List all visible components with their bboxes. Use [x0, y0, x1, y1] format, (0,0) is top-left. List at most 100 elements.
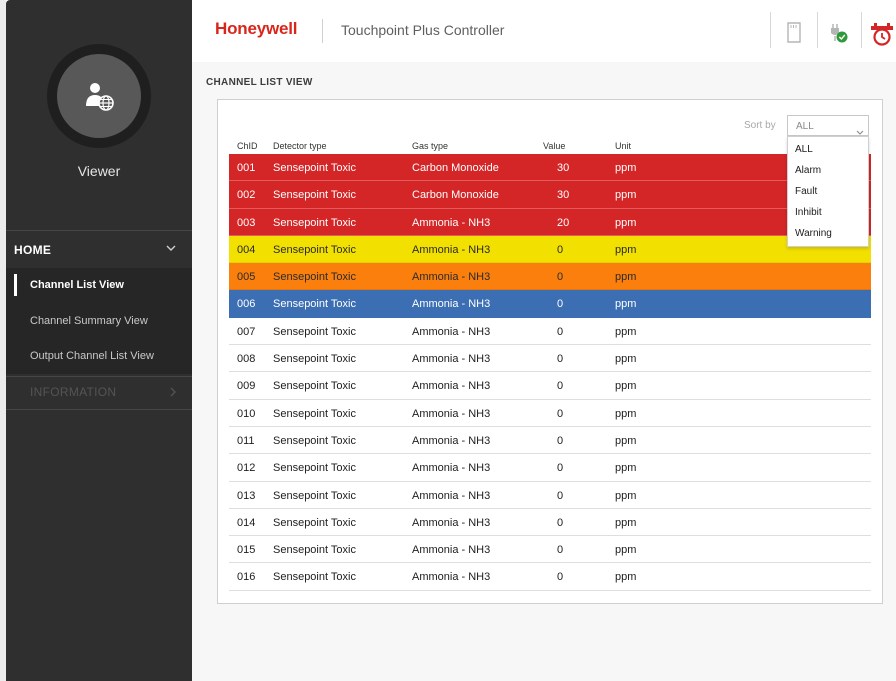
sidebar-item-channel-list-view[interactable]: Channel List View — [6, 268, 192, 303]
cell-gas-type: Ammonia - NH3 — [412, 516, 491, 529]
cell-value: 0 — [557, 544, 564, 557]
table-row[interactable]: 006 Sensepoint Toxic Ammonia - NH3 0 ppm — [229, 290, 871, 318]
cell-chid: 003 — [237, 216, 256, 229]
nav-information[interactable]: INFORMATION — [6, 379, 192, 409]
chevron-right-icon — [168, 385, 178, 403]
divider — [770, 12, 771, 48]
sd-card-icon[interactable] — [779, 16, 809, 48]
cell-unit: ppm — [615, 325, 637, 338]
table-row[interactable]: 015 Sensepoint Toxic Ammonia - NH3 0 ppm — [229, 536, 871, 564]
cell-chid: 009 — [237, 380, 256, 393]
cell-chid: 007 — [237, 325, 256, 338]
sidebar-item-label: Output Channel List View — [30, 350, 154, 362]
cell-unit: ppm — [615, 434, 637, 447]
app-title: Touchpoint Plus Controller — [341, 22, 505, 38]
column-header-chid: ChID — [237, 141, 258, 151]
cell-chid: 015 — [237, 544, 256, 557]
cell-unit: ppm — [615, 462, 637, 475]
cell-detector-type: Sensepoint Toxic — [273, 189, 356, 202]
sidebar-item-label: Channel List View — [30, 279, 124, 291]
cell-value: 0 — [557, 353, 564, 366]
cell-value: 0 — [557, 325, 564, 338]
cell-chid: 013 — [237, 489, 256, 502]
table-row[interactable]: 008 Sensepoint Toxic Ammonia - NH3 0 ppm — [229, 345, 871, 373]
table-row[interactable]: 012 Sensepoint Toxic Ammonia - NH3 0 ppm — [229, 454, 871, 482]
divider — [6, 376, 192, 377]
cell-gas-type: Ammonia - NH3 — [412, 271, 491, 284]
home-submenu: Channel List View Channel Summary View O… — [6, 268, 192, 374]
cell-unit: ppm — [615, 571, 637, 584]
table-row[interactable]: 004 Sensepoint Toxic Ammonia - NH3 0 ppm — [229, 235, 871, 264]
divider — [817, 12, 818, 48]
column-header-gas-type: Gas type — [412, 141, 449, 151]
alarm-clock-icon[interactable] — [868, 16, 896, 48]
cell-detector-type: Sensepoint Toxic — [273, 380, 356, 393]
table-row[interactable]: 009 Sensepoint Toxic Ammonia - NH3 0 ppm — [229, 372, 871, 400]
nav-home[interactable]: HOME — [6, 231, 192, 268]
cell-chid: 002 — [237, 189, 256, 202]
cell-detector-type: Sensepoint Toxic — [273, 489, 356, 502]
cell-gas-type: Ammonia - NH3 — [412, 434, 491, 447]
sort-options-menu: ALL Alarm Fault Inhibit Warning — [787, 136, 869, 247]
table-row[interactable]: 003 Sensepoint Toxic Ammonia - NH3 20 ppm — [229, 208, 871, 236]
divider — [861, 12, 862, 48]
cell-detector-type: Sensepoint Toxic — [273, 216, 356, 229]
cell-gas-type: Ammonia - NH3 — [412, 353, 491, 366]
cell-unit: ppm — [615, 189, 637, 202]
table-row[interactable]: 016 Sensepoint Toxic Ammonia - NH3 0 ppm — [229, 563, 871, 591]
cell-value: 20 — [557, 216, 570, 229]
table-row[interactable]: 011 Sensepoint Toxic Ammonia - NH3 0 ppm — [229, 427, 871, 455]
cell-gas-type: Ammonia - NH3 — [412, 298, 491, 311]
sort-dropdown[interactable]: ALL — [787, 115, 869, 136]
cell-gas-type: Carbon Monoxide — [412, 162, 499, 174]
table-row[interactable]: 001 Sensepoint Toxic Carbon Monoxide 30 ppm — [229, 154, 871, 182]
sort-option-warning[interactable]: Warning — [795, 228, 832, 239]
cell-chid: 008 — [237, 353, 256, 366]
power-ok-icon[interactable] — [822, 16, 852, 48]
cell-detector-type: Sensepoint Toxic — [273, 162, 356, 174]
sort-option-all[interactable]: ALL — [795, 144, 813, 155]
column-header-value: Value — [543, 141, 566, 151]
cell-detector-type: Sensepoint Toxic — [273, 516, 356, 529]
table-row[interactable]: 007 Sensepoint Toxic Ammonia - NH3 0 ppm — [229, 318, 871, 346]
cell-value: 0 — [557, 271, 564, 284]
cell-value: 0 — [557, 434, 564, 447]
cell-gas-type: Ammonia - NH3 — [412, 380, 491, 393]
brand-logo: Honeywell — [215, 19, 298, 38]
cell-gas-type: Ammonia - NH3 — [412, 571, 491, 584]
sort-option-fault[interactable]: Fault — [795, 186, 817, 197]
cell-unit: ppm — [615, 271, 637, 284]
nav-home-label: HOME — [14, 243, 52, 257]
cell-detector-type: Sensepoint Toxic — [273, 298, 356, 311]
cell-value: 0 — [557, 407, 564, 420]
table-row[interactable]: 014 Sensepoint Toxic Ammonia - NH3 0 ppm — [229, 509, 871, 537]
cell-unit: ppm — [615, 298, 637, 311]
table-row[interactable]: 013 Sensepoint Toxic Ammonia - NH3 0 ppm — [229, 482, 871, 509]
cell-detector-type: Sensepoint Toxic — [273, 325, 356, 338]
cell-gas-type: Ammonia - NH3 — [412, 489, 491, 502]
divider — [6, 409, 192, 410]
cell-gas-type: Ammonia - NH3 — [412, 462, 491, 475]
sort-selected-value: ALL — [796, 121, 814, 132]
active-indicator — [14, 274, 17, 296]
sidebar-item-output-channel-list-view[interactable]: Output Channel List View — [6, 339, 192, 374]
table-row[interactable]: 005 Sensepoint Toxic Ammonia - NH3 0 ppm — [229, 263, 871, 291]
sort-label: Sort by — [744, 120, 776, 131]
column-header-unit: Unit — [615, 141, 632, 151]
cell-chid: 005 — [237, 271, 256, 284]
cell-detector-type: Sensepoint Toxic — [273, 243, 356, 256]
sort-option-inhibit[interactable]: Inhibit — [795, 207, 822, 218]
sort-option-alarm[interactable]: Alarm — [795, 165, 821, 176]
cell-chid: 010 — [237, 407, 256, 420]
cell-detector-type: Sensepoint Toxic — [273, 571, 356, 584]
cell-unit: ppm — [615, 162, 637, 174]
cell-unit: ppm — [615, 380, 637, 393]
cell-value: 0 — [557, 489, 564, 502]
table-row[interactable]: 010 Sensepoint Toxic Ammonia - NH3 0 ppm — [229, 400, 871, 427]
user-globe-icon — [57, 54, 141, 138]
table-row[interactable]: 002 Sensepoint Toxic Carbon Monoxide 30 ppm — [229, 181, 871, 209]
channel-table-body: 001 Sensepoint Toxic Carbon Monoxide 30 ppm 0… — [229, 154, 871, 591]
cell-gas-type: Ammonia - NH3 — [412, 216, 491, 229]
cell-detector-type: Sensepoint Toxic — [273, 353, 356, 366]
sidebar-item-channel-summary-view[interactable]: Channel Summary View — [6, 304, 192, 339]
